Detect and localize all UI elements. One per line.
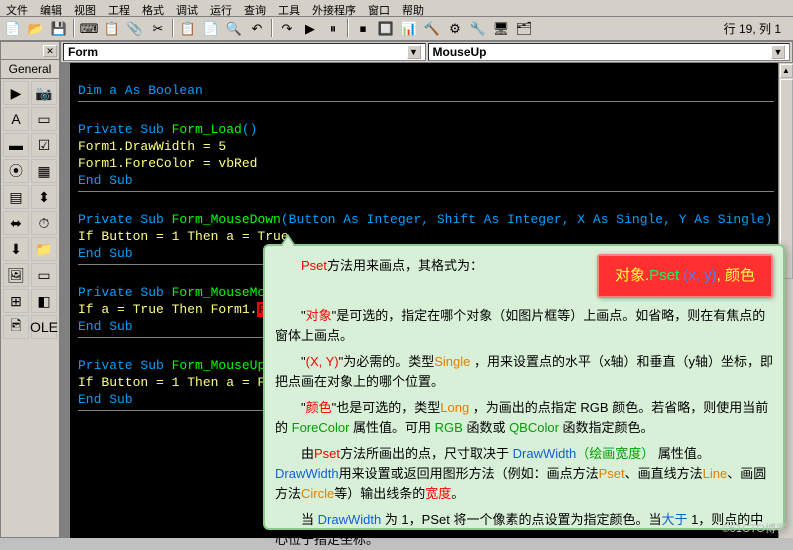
toolbox-control-4[interactable]: ▬ bbox=[3, 133, 29, 157]
toolbox-control-5[interactable]: ☑ bbox=[31, 133, 57, 157]
toolbar-button-1[interactable]: 📂 bbox=[25, 19, 47, 39]
toolbox-control-2[interactable]: A bbox=[3, 107, 29, 131]
menu-外接程序[interactable]: 外接程序 bbox=[306, 0, 362, 16]
toolbar-button-16[interactable]: 📊 bbox=[398, 19, 420, 39]
menu-查询[interactable]: 查询 bbox=[238, 0, 272, 16]
toolbar-button-13[interactable]: ⏸ bbox=[322, 19, 344, 39]
toolbox-control-17[interactable]: ◧ bbox=[31, 289, 57, 313]
toolbox-control-12[interactable]: ⬇ bbox=[3, 237, 29, 261]
toolbox-control-18[interactable]: 🖻 bbox=[3, 315, 29, 339]
toolbar-button-0[interactable]: 📄 bbox=[2, 19, 24, 39]
toolbar-button-20[interactable]: 🖥 bbox=[490, 19, 512, 39]
menu-编辑[interactable]: 编辑 bbox=[34, 0, 68, 16]
menu-文件[interactable]: 文件 bbox=[0, 0, 34, 16]
object-combo[interactable]: Form ▼ bbox=[63, 43, 426, 61]
menu-视图[interactable]: 视图 bbox=[68, 0, 102, 16]
toolbox-panel: ✕ General ▶📷A▭▬☑⦿▦▤⬍⬌⏱⬇📁🖼▭⊞◧🖻OLE bbox=[0, 41, 60, 538]
object-combo-value: Form bbox=[68, 45, 98, 59]
toolbox-control-0[interactable]: ▶ bbox=[3, 81, 29, 105]
toolbox-control-16[interactable]: ⊞ bbox=[3, 289, 29, 313]
menu-格式[interactable]: 格式 bbox=[136, 0, 170, 16]
procedure-combo[interactable]: MouseUp ▼ bbox=[428, 43, 791, 61]
editor-margin bbox=[60, 63, 70, 538]
menu-调试[interactable]: 调试 bbox=[170, 0, 204, 16]
toolbox-control-7[interactable]: ▦ bbox=[31, 159, 57, 183]
toolbox-control-8[interactable]: ▤ bbox=[3, 185, 29, 209]
close-icon[interactable]: ✕ bbox=[43, 45, 57, 57]
syntax-example: 对象.Pset (x, y), 颜色 bbox=[597, 254, 773, 298]
toolbox-control-6[interactable]: ⦿ bbox=[3, 159, 29, 183]
toolbar-button-7[interactable]: 📋 bbox=[177, 19, 199, 39]
toolbox-tab[interactable]: General bbox=[1, 60, 59, 79]
menu-工具[interactable]: 工具 bbox=[272, 0, 306, 16]
toolbar-button-2[interactable]: 💾 bbox=[48, 19, 70, 39]
chevron-down-icon[interactable]: ▼ bbox=[407, 45, 421, 59]
menu-工程[interactable]: 工程 bbox=[102, 0, 136, 16]
toolbox-control-15[interactable]: ▭ bbox=[31, 263, 57, 287]
toolbox-control-1[interactable]: 📷 bbox=[31, 81, 57, 105]
toolbar-button-8[interactable]: 📄 bbox=[200, 19, 222, 39]
toolbar-button-14[interactable]: ⏹ bbox=[352, 19, 374, 39]
toolbox-control-11[interactable]: ⏱ bbox=[31, 211, 57, 235]
toolbar-button-18[interactable]: ⚙ bbox=[444, 19, 466, 39]
toolbox-control-10[interactable]: ⬌ bbox=[3, 211, 29, 235]
toolbar-button-21[interactable]: 🗂 bbox=[513, 19, 535, 39]
chevron-down-icon[interactable]: ▼ bbox=[771, 45, 785, 59]
toolbar-button-9[interactable]: 🔍 bbox=[223, 19, 245, 39]
menu-运行[interactable]: 运行 bbox=[204, 0, 238, 16]
toolbar-button-15[interactable]: 🔲 bbox=[375, 19, 397, 39]
procedure-combo-value: MouseUp bbox=[433, 45, 487, 59]
main-toolbar: 📄📂💾⌨📋📎✂📋📄🔍↶↷▶⏸⏹🔲📊🔨⚙🔧🖥🗂 行 19, 列 1 bbox=[0, 17, 793, 41]
toolbar-button-6[interactable]: ✂ bbox=[147, 19, 169, 39]
toolbar-button-17[interactable]: 🔨 bbox=[421, 19, 443, 39]
toolbar-button-11[interactable]: ↷ bbox=[276, 19, 298, 39]
scroll-up-icon[interactable]: ▲ bbox=[780, 64, 793, 78]
toolbox-control-14[interactable]: 🖼 bbox=[3, 263, 29, 287]
toolbar-button-5[interactable]: 📎 bbox=[124, 19, 146, 39]
watermark: ©51CTO博客 bbox=[722, 520, 787, 536]
toolbar-button-3[interactable]: ⌨ bbox=[78, 19, 100, 39]
toolbox-control-19[interactable]: OLE bbox=[31, 315, 57, 339]
toolbar-button-10[interactable]: ↶ bbox=[246, 19, 268, 39]
cursor-position: 行 19, 列 1 bbox=[714, 20, 791, 37]
menu-窗口[interactable]: 窗口 bbox=[362, 0, 396, 16]
toolbox-control-13[interactable]: 📁 bbox=[31, 237, 57, 261]
toolbox-control-3[interactable]: ▭ bbox=[31, 107, 57, 131]
toolbar-button-4[interactable]: 📋 bbox=[101, 19, 123, 39]
help-popup: 对象.Pset (x, y), 颜色 Pset方法用来画点，其格式为： "对象"… bbox=[263, 244, 785, 530]
toolbar-button-12[interactable]: ▶ bbox=[299, 19, 321, 39]
toolbar-button-19[interactable]: 🔧 bbox=[467, 19, 489, 39]
menu-帮助[interactable]: 帮助 bbox=[396, 0, 430, 16]
toolbox-control-9[interactable]: ⬍ bbox=[31, 185, 57, 209]
menu-bar: 文件编辑视图工程格式调试运行查询工具外接程序窗口帮助 bbox=[0, 0, 793, 17]
